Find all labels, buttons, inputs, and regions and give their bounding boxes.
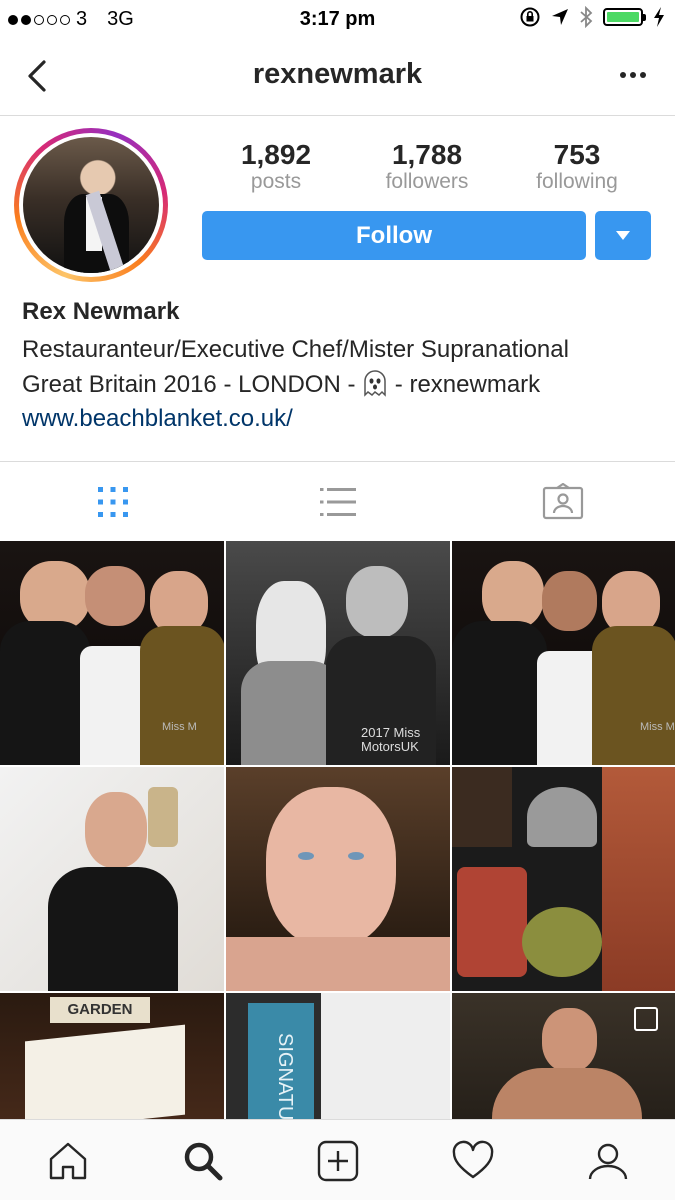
add-icon — [317, 1140, 358, 1181]
photo-sign-text: GARDEN — [50, 997, 150, 1023]
photo-tile[interactable] — [226, 767, 450, 991]
ghost-emoji-icon — [364, 370, 386, 397]
bluetooth-icon — [580, 6, 593, 28]
suggestions-dropdown-button[interactable] — [595, 211, 651, 260]
bio-line-2-start: Great Britain 2016 - LONDON - — [22, 371, 363, 398]
heart-icon — [452, 1140, 493, 1178]
stat-followers[interactable]: 1,788 followers — [357, 140, 497, 194]
photo-tile[interactable] — [0, 767, 224, 991]
photo-tile[interactable]: Miss M — [452, 541, 675, 765]
photo-watermark: Miss M — [162, 721, 197, 733]
status-icons — [519, 6, 665, 28]
photo-tile[interactable] — [452, 767, 675, 991]
charging-icon — [654, 7, 664, 27]
website-link[interactable]: www.beachblanket.co.uk/ — [22, 402, 662, 436]
status-bar: 3 3G 3:17 pm — [0, 0, 675, 40]
posts-label: posts — [250, 170, 302, 193]
photo-watermark: 2017 Miss MotorsUK — [361, 725, 421, 754]
page-title: rexnewmark — [252, 58, 423, 90]
chevron-down-icon — [616, 231, 630, 240]
battery-icon — [603, 8, 646, 26]
photo-text: SIGNATUR — [274, 1033, 296, 1119]
story-ring[interactable] — [14, 128, 168, 282]
tab-list-view[interactable] — [225, 462, 450, 542]
follow-button[interactable]: Follow — [202, 211, 586, 260]
profile-name: Rex Newmark — [22, 298, 180, 325]
profile-icon — [588, 1143, 627, 1179]
tagged-icon — [542, 483, 583, 520]
list-icon — [319, 488, 356, 516]
search-icon — [184, 1142, 222, 1180]
tab-grid-view[interactable] — [0, 462, 225, 542]
profile-bio: Rex Newmark Restauranteur/Executive Chef… — [22, 296, 662, 436]
more-icon[interactable] — [615, 60, 651, 90]
tab-home[interactable] — [0, 1120, 135, 1200]
tab-search[interactable] — [135, 1120, 270, 1200]
tab-activity[interactable] — [405, 1120, 540, 1200]
posts-count: 1,892 — [240, 139, 312, 170]
photo-watermark: Miss M — [640, 721, 675, 733]
tab-profile[interactable] — [540, 1120, 675, 1200]
followers-label: followers — [385, 170, 469, 193]
bio-line-2-end: - rexnewmark — [388, 371, 541, 398]
photo-tile[interactable]: SIGNATUR — [226, 993, 450, 1119]
grid-icon — [97, 487, 128, 517]
tab-new-post[interactable] — [270, 1120, 405, 1200]
stat-following[interactable]: 753 following — [507, 140, 647, 194]
location-icon — [552, 9, 568, 25]
tab-tagged-view[interactable] — [450, 462, 675, 542]
bio-line-2: Great Britain 2016 - LONDON - - rexnewma… — [22, 367, 662, 402]
bio-text: Restauranteur/Executive Chef/Mister Supr… — [22, 332, 662, 402]
view-tabs — [0, 461, 675, 541]
profile-stats: 1,892 posts 1,788 followers 753 followin… — [200, 140, 660, 200]
photo-grid: Miss M 2017 Miss MotorsUK Miss M GARDEN … — [0, 541, 675, 1119]
bio-line-1: Restauranteur/Executive Chef/Mister Supr… — [22, 336, 569, 363]
bottom-tab-bar — [0, 1119, 675, 1200]
following-count: 753 — [553, 139, 601, 170]
photo-tile[interactable]: 2017 Miss MotorsUK — [226, 541, 450, 765]
following-label: following — [536, 170, 618, 193]
navigation-bar: rexnewmark — [0, 40, 675, 116]
home-icon — [49, 1142, 86, 1179]
followers-count: 1,788 — [391, 139, 463, 170]
rotation-lock-icon — [520, 7, 540, 27]
photo-tile[interactable]: Miss M — [0, 541, 224, 765]
avatar[interactable] — [23, 137, 159, 273]
photo-tile[interactable] — [452, 993, 675, 1119]
photo-tile[interactable]: GARDEN — [0, 993, 224, 1119]
stat-posts[interactable]: 1,892 posts — [206, 140, 346, 194]
